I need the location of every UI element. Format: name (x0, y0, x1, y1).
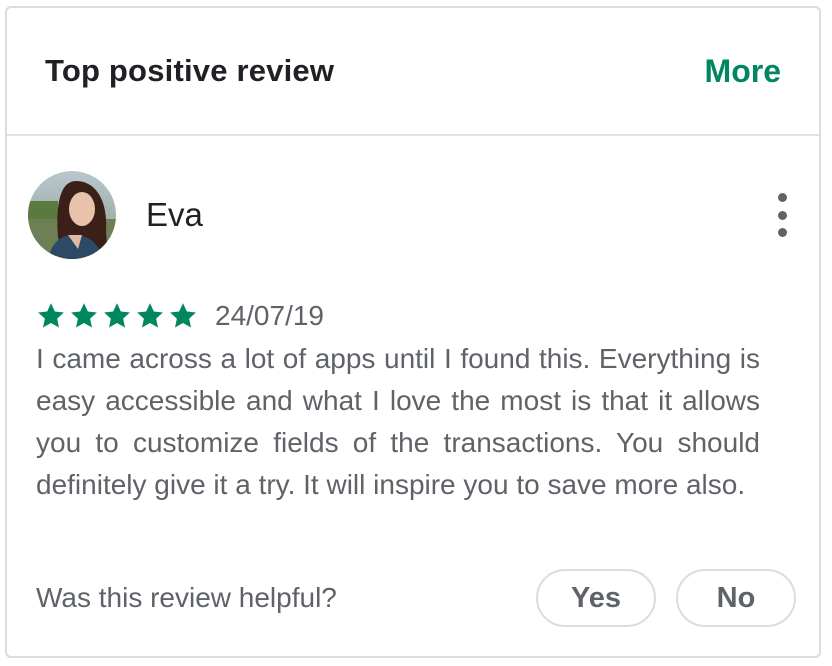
menu-dot (777, 210, 787, 220)
reviewer-name: Eva (146, 196, 203, 233)
card-header: Top positive review More (7, 8, 819, 136)
section-title: Top positive review (45, 53, 335, 88)
star-rating (36, 301, 201, 331)
review-card: Top positive review More (5, 6, 821, 658)
helpful-row: Was this review helpful? Yes No (36, 568, 796, 628)
no-button[interactable]: No (676, 569, 796, 627)
avatar (28, 171, 116, 259)
star-icon (137, 303, 163, 328)
rating-row: 24/07/19 (36, 300, 324, 332)
star-icon (38, 303, 64, 328)
menu-dot (777, 193, 787, 202)
review-date: 24/07/19 (215, 300, 324, 331)
yes-button[interactable]: Yes (536, 569, 656, 627)
menu-dot (777, 228, 787, 237)
review-text: I came across a lot of apps until I foun… (36, 343, 760, 500)
more-link[interactable]: More (705, 53, 781, 90)
helpful-question: Was this review helpful? (36, 582, 337, 613)
star-icon (104, 303, 130, 328)
more-vert-icon[interactable] (770, 193, 794, 237)
user-photo-avatar-icon (28, 171, 116, 259)
star-icon (170, 303, 196, 328)
star-icon (71, 303, 97, 328)
reviewer-row: Eva (28, 171, 794, 259)
